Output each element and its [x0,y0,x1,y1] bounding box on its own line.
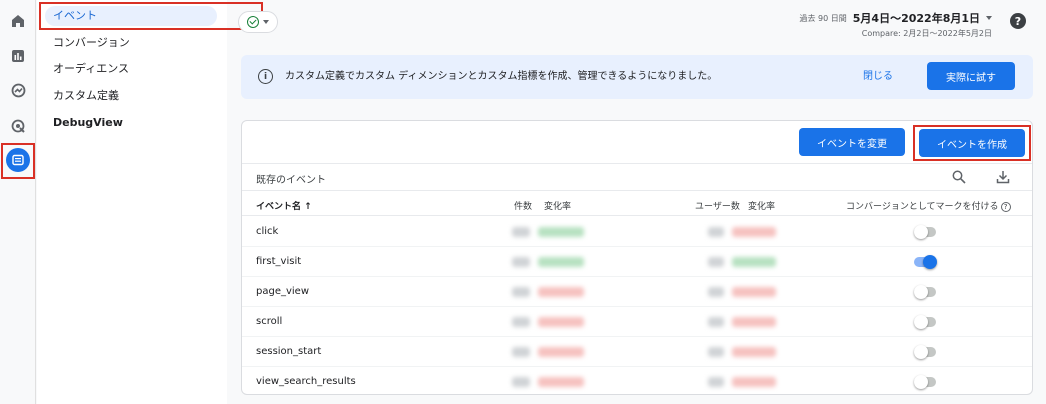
toggle-knob [914,285,928,299]
section-title: 既存のイベント [256,175,326,186]
users-value-blurred [708,317,724,327]
users-value-blurred [708,227,724,237]
create-event-button[interactable]: イベントを作成 [919,129,1025,157]
column-count-change[interactable]: 変化率 [544,199,571,212]
banner-try-button[interactable]: 実際に試す [927,62,1015,90]
banner-close-button[interactable]: 閉じる [863,69,893,85]
date-range-picker[interactable]: 過去 90 日間 5月4日～2022年8月1日 Compare: 2月2日～20… [799,10,992,39]
users-value-blurred [708,377,724,387]
configure-icon[interactable] [6,148,30,172]
count-change-blurred [538,287,584,297]
subnav-item-label: イベント [53,9,97,22]
users-change-blurred [732,227,776,237]
conversion-toggle[interactable] [914,345,936,359]
table-row: first_visit [242,247,1032,277]
toggle-knob [914,345,928,359]
count-value-blurred [512,377,530,387]
explore-icon[interactable] [6,78,30,102]
event-name[interactable]: click [256,226,278,237]
chevron-down-icon [263,20,269,24]
count-change-blurred [538,227,584,237]
count-change-blurred [538,347,584,357]
subnav-item-audiences[interactable]: オーディエンス [53,59,129,79]
users-value-blurred [708,347,724,357]
event-name[interactable]: view_search_results [256,376,356,387]
date-range-value: 5月4日～2022年8月1日 [852,12,980,25]
help-circle-icon[interactable]: ? [1000,202,1011,212]
chevron-down-icon [986,16,992,20]
subnav-item-custom-definitions[interactable]: カスタム定義 [53,86,119,106]
download-icon[interactable] [994,168,1012,186]
users-change-blurred [732,347,776,357]
subnav-item-debugview[interactable]: DebugView [53,113,123,133]
event-name[interactable]: scroll [256,316,282,327]
date-range-prefix: 過去 90 日間 [799,13,847,23]
count-value-blurred [512,257,530,267]
event-name[interactable]: session_start [256,346,321,357]
users-change-blurred [732,257,776,267]
home-icon[interactable] [6,9,30,33]
count-value-blurred [512,347,530,357]
users-change-blurred [732,287,776,297]
table-row: page_view [242,277,1032,307]
count-change-blurred [538,377,584,387]
table-row: scroll [242,307,1032,337]
count-value-blurred [512,287,530,297]
reports-icon[interactable] [6,44,30,68]
column-users-change[interactable]: 変化率 [748,199,775,212]
users-change-blurred [732,317,776,327]
events-card: イベントを変更 イベントを作成 既存のイベント イベント名 ↑ 件数 変化率 ユ… [241,120,1033,395]
event-name[interactable]: first_visit [256,256,301,267]
users-value-blurred [708,287,724,297]
rail-active-highlight [1,143,35,179]
toggle-knob [923,255,937,269]
event-name[interactable]: page_view [256,286,309,297]
column-mark-conversion: コンバージョンとしてマークを付ける? [846,199,1011,212]
info-banner: i カスタム定義でカスタム ディメンションとカスタム指標を作成、管理できるように… [241,55,1033,99]
help-icon[interactable]: ? [1010,13,1026,29]
count-change-blurred [538,317,584,327]
conversion-toggle[interactable] [914,225,936,239]
column-event-name[interactable]: イベント名 ↑ [256,199,312,212]
count-value-blurred [512,227,530,237]
table-row: click [242,217,1032,247]
users-value-blurred [708,257,724,267]
modify-event-button[interactable]: イベントを変更 [799,128,905,156]
check-circle-icon [247,16,259,28]
events-table-header: イベント名 ↑ 件数 変化率 ユーザー数 変化率 コンバージョンとしてマークを付… [242,191,1032,216]
column-users[interactable]: ユーザー数 [695,199,740,212]
info-icon: i [258,69,273,84]
subnav-item-conversions[interactable]: コンバージョン [53,33,130,53]
toggle-knob [914,375,928,389]
left-rail [0,0,36,404]
subnav-item-events[interactable]: イベント [39,2,263,30]
table-row: view_search_results [242,367,1032,394]
banner-message: カスタム定義でカスタム ディメンションとカスタム指標を作成、管理できるようになり… [285,71,718,82]
toggle-knob [914,225,928,239]
column-count[interactable]: 件数 [514,199,532,212]
column-mark-conversion-label: コンバージョンとしてマークを付ける [846,202,999,212]
create-event-highlight: イベントを作成 [913,125,1031,161]
data-status-dropdown[interactable] [238,11,278,33]
existing-events-header: 既存のイベント [242,163,1032,191]
count-value-blurred [512,317,530,327]
advertising-icon[interactable] [6,114,30,138]
conversion-toggle[interactable] [914,375,936,389]
count-change-blurred [538,257,584,267]
search-icon[interactable] [950,168,968,186]
conversion-toggle[interactable] [914,255,937,269]
table-row: session_start [242,337,1032,367]
compare-range: Compare: 2月2日～2022年5月2日 [861,29,992,38]
conversion-toggle[interactable] [914,285,936,299]
conversion-toggle[interactable] [914,315,936,329]
users-change-blurred [732,377,776,387]
admin-subnav: イベント コンバージョン オーディエンス カスタム定義 DebugView [37,0,263,404]
toggle-knob [914,315,928,329]
